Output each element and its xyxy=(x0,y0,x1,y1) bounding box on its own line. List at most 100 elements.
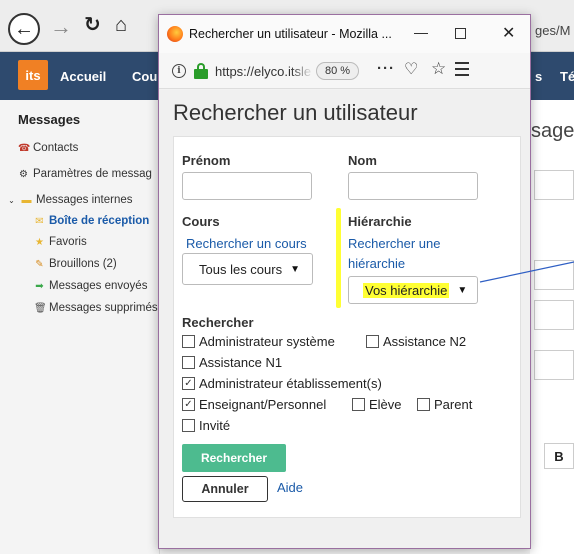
checkbox-box-checked[interactable]: ✓ xyxy=(182,398,195,411)
course-select-value: Tous les cours xyxy=(199,261,283,277)
sidebar-item-label: Messages envoyés xyxy=(49,280,148,292)
popup-window-title: Rechercher un utilisateur - Mozilla ... xyxy=(189,27,392,41)
page-title: Rechercher un utilisateur xyxy=(173,100,418,125)
checkbox-school-admin[interactable]: ✓ Administrateur établissement(s) xyxy=(182,376,382,391)
checkbox-box[interactable] xyxy=(366,335,379,348)
contacts-icon: ☎ xyxy=(18,142,31,154)
sidebar-item-internal-messages[interactable]: ⌄ ▬ Messages internes xyxy=(6,194,133,206)
search-hierarchy-link[interactable]: Rechercher une xyxy=(348,236,441,251)
reload-icon[interactable]: ↻ xyxy=(84,15,101,35)
checkbox-box[interactable] xyxy=(182,335,195,348)
caret-down-icon: ▼ xyxy=(457,284,468,296)
bookmark-star-icon[interactable]: ☆ xyxy=(431,59,446,79)
info-icon[interactable]: i xyxy=(172,64,186,78)
course-select[interactable]: Tous les cours ▼ xyxy=(182,253,313,285)
firstname-label: Prénom xyxy=(182,153,231,168)
checkbox-box[interactable] xyxy=(182,356,195,369)
nav-home-link[interactable]: Accueil xyxy=(60,69,106,84)
checkbox-student[interactable]: Elève xyxy=(352,397,402,412)
cancel-button[interactable]: Annuler xyxy=(182,476,268,502)
checkbox-sysadmin[interactable]: Administrateur système xyxy=(182,334,335,349)
background-field[interactable] xyxy=(534,260,574,290)
home-icon[interactable]: ⌂ xyxy=(115,15,127,35)
background-field[interactable] xyxy=(534,170,574,200)
checkbox-assistance-n2[interactable]: Assistance N2 xyxy=(366,334,466,349)
folder-icon: ▬ xyxy=(21,194,32,206)
hierarchy-select[interactable]: Vos hiérarchie ▼ xyxy=(348,276,478,304)
sidebar-item-drafts[interactable]: ✎ Brouillons (2) xyxy=(34,258,116,270)
background-page-title-fragment: sage xyxy=(531,120,574,142)
lock-icon[interactable] xyxy=(194,63,208,79)
pencil-icon: ✎ xyxy=(35,258,44,270)
search-form-panel: Prénom Nom Cours Rechercher un cours Tou… xyxy=(173,136,521,518)
popup-titlebar: Rechercher un utilisateur - Mozilla ... … xyxy=(159,15,530,53)
more-actions-icon[interactable]: ··· xyxy=(377,60,395,77)
sidebar-heading: Messages xyxy=(18,112,81,127)
sidebar-item-label: Contacts xyxy=(33,142,79,154)
lastname-input[interactable] xyxy=(348,172,478,200)
checkbox-label: Assistance N2 xyxy=(383,334,467,349)
firstname-input[interactable] xyxy=(182,172,312,200)
checkbox-box-checked[interactable]: ✓ xyxy=(182,377,195,390)
sidebar-item-label: Boîte de réception xyxy=(49,215,150,227)
checkbox-teacher[interactable]: ✓ Enseignant/Personnel xyxy=(182,397,326,412)
course-label: Cours xyxy=(182,214,220,229)
background-field[interactable] xyxy=(534,350,574,380)
checkbox-guest[interactable]: Invité xyxy=(182,418,230,433)
checkbox-label: Invité xyxy=(199,418,231,433)
zoom-level-badge[interactable]: 80 % xyxy=(316,62,360,80)
trash-icon: 🗑 xyxy=(34,302,47,314)
background-url-fragment[interactable]: ges/M xyxy=(535,23,570,38)
sidebar-item-inbox[interactable]: ✉ Boîte de réception xyxy=(34,215,149,227)
sidebar-item-label: Messages supprimés xyxy=(49,302,158,314)
search-button[interactable]: Rechercher xyxy=(182,444,286,472)
sidebar-item-contacts[interactable]: ☎ Contacts xyxy=(18,142,78,154)
popup-url-bar[interactable]: i https://elyco.itslea 80 % ··· ♡ ☆ xyxy=(159,53,530,89)
caret-down-icon: ▼ xyxy=(290,263,300,275)
lastname-label: Nom xyxy=(348,153,377,168)
popup-page-content: Rechercher un utilisateur Prénom Nom Cou… xyxy=(159,90,530,548)
checkbox-label: Administrateur système xyxy=(199,334,335,349)
checkbox-label: Elève xyxy=(369,397,402,412)
search-hierarchy-link-line2[interactable]: hiérarchie xyxy=(348,256,405,271)
star-icon: ★ xyxy=(35,236,44,248)
sidebar-item-sent[interactable]: ➡ Messages envoyés xyxy=(34,280,147,292)
sidebar-item-settings[interactable]: ⚙ Paramètres de messag xyxy=(18,168,152,180)
search-section-label: Rechercher xyxy=(182,315,254,330)
sidebar-item-label: Favoris xyxy=(49,236,87,248)
gear-icon: ⚙ xyxy=(19,168,28,180)
checkbox-parent[interactable]: Parent xyxy=(417,397,472,412)
sidebar-item-favorites[interactable]: ★ Favoris xyxy=(34,236,87,248)
hierarchy-label: Hiérarchie xyxy=(348,214,412,229)
checkbox-box[interactable] xyxy=(417,398,430,411)
forward-arrow-icon[interactable]: → xyxy=(50,16,72,38)
checkbox-assistance-n1[interactable]: Assistance N1 xyxy=(182,355,282,370)
pocket-icon[interactable]: ♡ xyxy=(404,59,418,79)
checkbox-label: Administrateur établissement(s) xyxy=(199,376,382,391)
checkbox-label: Enseignant/Personnel xyxy=(199,397,327,412)
sidebar-item-label: Paramètres de messag xyxy=(33,168,152,180)
checkbox-label: Assistance N1 xyxy=(199,355,283,370)
minimize-icon[interactable]: — xyxy=(414,24,428,40)
checkbox-box[interactable] xyxy=(352,398,365,411)
sidebar-item-deleted[interactable]: 🗑 Messages supprimés xyxy=(34,302,158,314)
back-arrow-icon: ← xyxy=(14,18,34,40)
checkbox-box[interactable] xyxy=(182,419,195,432)
back-button[interactable]: ← xyxy=(8,13,40,45)
app-logo[interactable]: its xyxy=(18,60,48,90)
inbox-icon: ✉ xyxy=(35,215,44,227)
search-course-link[interactable]: Rechercher un cours xyxy=(186,236,307,251)
help-link[interactable]: Aide xyxy=(277,480,303,495)
bold-button[interactable]: B xyxy=(544,443,574,469)
close-icon[interactable]: ✕ xyxy=(502,23,515,43)
nav-item-te[interactable]: Té xyxy=(560,69,574,84)
url-fade xyxy=(291,61,313,81)
maximize-icon[interactable] xyxy=(455,28,466,39)
nav-courses-link[interactable]: Cou xyxy=(132,69,157,84)
sidebar-item-label: Messages internes xyxy=(36,194,133,206)
background-field[interactable] xyxy=(534,300,574,330)
sent-arrow-icon: ➡ xyxy=(35,280,44,292)
hamburger-menu-icon[interactable] xyxy=(455,62,469,76)
hierarchy-select-value: Vos hiérarchie xyxy=(363,282,450,298)
nav-item-s[interactable]: s xyxy=(535,69,542,84)
